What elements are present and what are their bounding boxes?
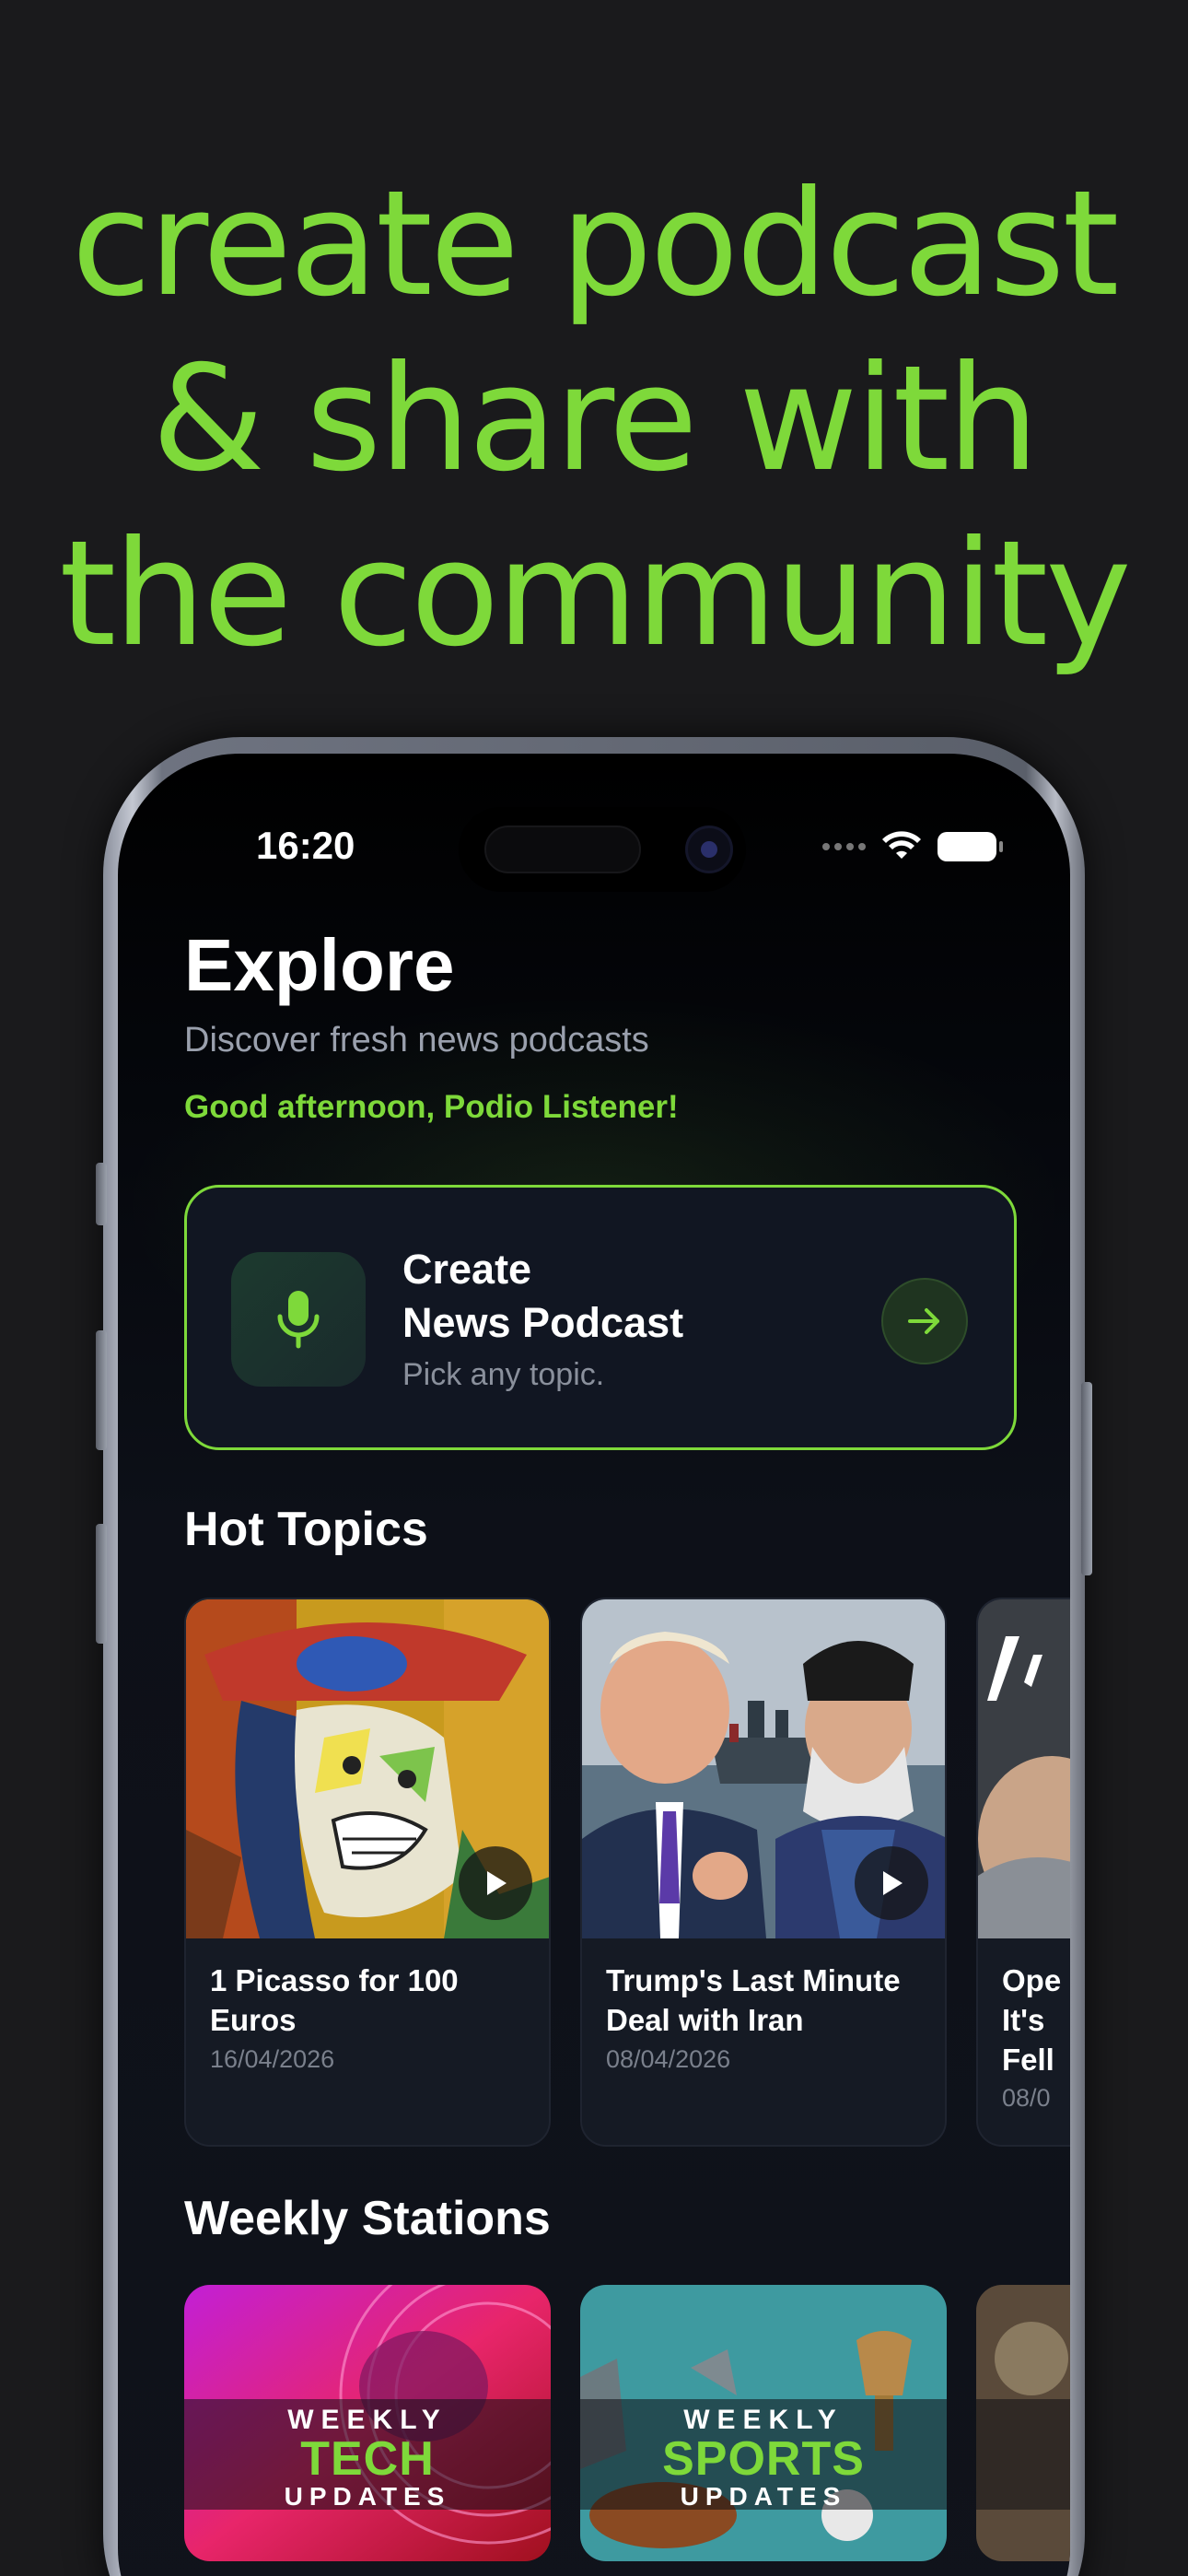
phone-screen: 16:20 Explore Discover fresh news podcas…: [118, 754, 1070, 2576]
create-title-line-2: News Podcast: [402, 1299, 684, 1346]
signal-icon: [822, 843, 866, 850]
topic-image: [582, 1599, 945, 1938]
station-card[interactable]: [976, 2285, 1070, 2561]
volume-down-button: [96, 1524, 107, 1644]
topic-title: Trump's Last Minute Deal with Iran: [606, 1963, 901, 2037]
marketing-headline: create podcast & share with the communit…: [0, 157, 1188, 682]
create-card-title: Create News Podcast: [402, 1243, 683, 1350]
topic-image: [186, 1599, 549, 1938]
hot-topic-card[interactable]: Trump's Last Minute Deal with Iran 08/04…: [580, 1598, 947, 2147]
play-icon[interactable]: [855, 1846, 928, 1920]
topic-date: 16/04/2026: [210, 2045, 335, 2073]
battery-icon: [938, 832, 1003, 861]
station-label: WEEKLY SPORTS UPDATES: [580, 2399, 947, 2511]
create-title-line-1: Create: [402, 1246, 532, 1293]
play-icon[interactable]: [459, 1846, 532, 1920]
station-card-tech[interactable]: WEEKLY TECH UPDATES: [184, 2285, 551, 2561]
station-label: WEEKLY TECH UPDATES: [184, 2399, 551, 2511]
volume-up-button: [96, 1330, 107, 1450]
microphone-icon: [231, 1252, 366, 1387]
power-button: [1081, 1382, 1092, 1575]
weekly-stations-title: Weekly Stations: [184, 2192, 551, 2245]
dynamic-island: [459, 807, 746, 892]
hot-topics-title: Hot Topics: [184, 1503, 428, 1556]
topic-date: 08/04/2026: [606, 2045, 731, 2073]
page-subtitle: Discover fresh news podcasts: [184, 1021, 649, 1060]
create-podcast-card[interactable]: Create News Podcast Pick any topic.: [184, 1185, 1017, 1450]
camera-icon: [685, 825, 733, 873]
status-time: 16:20: [256, 824, 355, 867]
station-card-sports[interactable]: WEEKLY SPORTS UPDATES: [580, 2285, 947, 2561]
arrow-right-icon[interactable]: [881, 1278, 968, 1364]
topic-title: Ope It's Fell: [1002, 1963, 1062, 2077]
topic-image: [978, 1599, 1070, 1938]
headline-line-2: & share with: [151, 334, 1040, 504]
create-card-subtitle: Pick any topic.: [402, 1357, 605, 1392]
island-pill: [484, 825, 641, 873]
hot-topic-card[interactable]: Ope It's Fell 08/0: [976, 1598, 1070, 2147]
headline-line-1: create podcast: [71, 159, 1120, 329]
greeting-text: Good afternoon, Podio Listener!: [184, 1089, 679, 1125]
page-title: Explore: [184, 924, 455, 1006]
headline-line-3: the community: [59, 509, 1132, 679]
hot-topic-card[interactable]: 1 Picasso for 100 Euros 16/04/2026: [184, 1598, 551, 2147]
status-icons: [822, 831, 1003, 862]
wifi-icon: [882, 831, 921, 859]
action-button: [96, 1163, 107, 1225]
topic-date: 08/0: [1002, 2084, 1051, 2112]
topic-title: 1 Picasso for 100 Euros: [210, 1963, 459, 2037]
